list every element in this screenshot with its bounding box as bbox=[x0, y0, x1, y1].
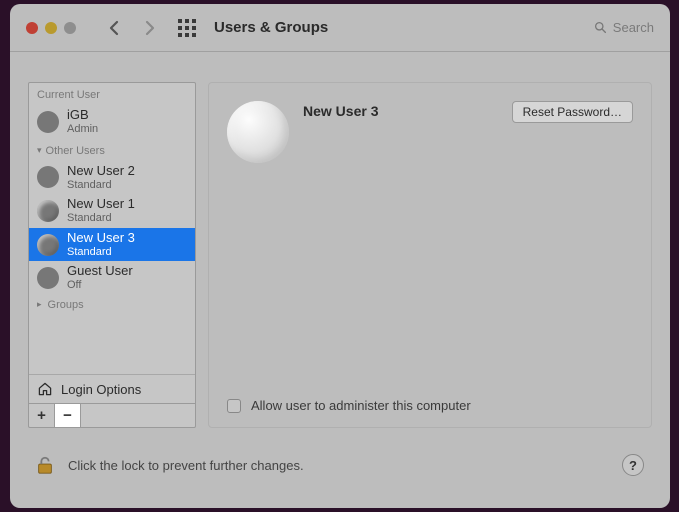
chevron-down-icon: ▾ bbox=[37, 145, 42, 156]
prefs-window: Users & Groups Search Current User iGB A… bbox=[10, 4, 670, 508]
user-header: New User 3 Reset Password… bbox=[227, 101, 633, 163]
lock-icon[interactable] bbox=[36, 455, 54, 475]
help-button[interactable]: ? bbox=[622, 454, 644, 476]
user-role: Off bbox=[67, 279, 133, 292]
content-area: Current User iGB Admin ▾ Other Users New… bbox=[10, 52, 670, 436]
remove-user-button[interactable]: − bbox=[55, 404, 81, 427]
user-role: Standard bbox=[67, 212, 135, 225]
login-options-row[interactable]: Login Options bbox=[29, 374, 195, 403]
avatar bbox=[37, 166, 59, 188]
user-name: New User 2 bbox=[67, 164, 135, 179]
users-sidebar: Current User iGB Admin ▾ Other Users New… bbox=[28, 82, 196, 428]
admin-checkbox[interactable] bbox=[227, 399, 241, 413]
chevron-right-icon: ▸ bbox=[37, 299, 42, 310]
sidebar-user-item[interactable]: Guest User Off bbox=[29, 261, 195, 295]
zoom-window-button[interactable] bbox=[64, 22, 76, 34]
avatar bbox=[37, 234, 59, 256]
admin-checkbox-row[interactable]: Allow user to administer this computer bbox=[227, 398, 471, 413]
sidebar-user-item[interactable]: New User 2 Standard bbox=[29, 161, 195, 195]
user-name: New User 1 bbox=[67, 197, 135, 212]
user-role: Standard bbox=[67, 179, 135, 192]
user-detail-panel: New User 3 Reset Password… Allow user to… bbox=[208, 82, 652, 428]
section-other-users[interactable]: ▾ Other Users bbox=[29, 139, 195, 161]
section-current-user: Current User bbox=[29, 83, 195, 105]
reset-password-button[interactable]: Reset Password… bbox=[512, 101, 633, 123]
minimize-window-button[interactable] bbox=[45, 22, 57, 34]
user-name: New User 3 bbox=[67, 231, 135, 246]
user-name: Guest User bbox=[67, 264, 133, 279]
traffic-lights bbox=[26, 22, 76, 34]
avatar bbox=[37, 267, 59, 289]
search-field[interactable]: Search bbox=[594, 20, 654, 35]
show-all-prefs-button[interactable] bbox=[178, 19, 196, 37]
avatar bbox=[37, 200, 59, 222]
forward-button[interactable] bbox=[142, 20, 158, 36]
lock-row: Click the lock to prevent further change… bbox=[10, 436, 670, 476]
section-groups[interactable]: ▸ Groups bbox=[29, 295, 195, 315]
user-role: Standard bbox=[67, 246, 135, 259]
home-icon bbox=[37, 381, 53, 397]
lock-text: Click the lock to prevent further change… bbox=[68, 458, 304, 473]
search-placeholder: Search bbox=[613, 20, 654, 35]
admin-checkbox-label: Allow user to administer this computer bbox=[251, 398, 471, 413]
avatar bbox=[37, 111, 59, 133]
titlebar: Users & Groups Search bbox=[10, 4, 670, 52]
sidebar-user-item[interactable]: New User 1 Standard bbox=[29, 194, 195, 228]
add-user-button[interactable]: + bbox=[29, 404, 55, 427]
window-title: Users & Groups bbox=[214, 19, 328, 36]
login-options-label: Login Options bbox=[61, 382, 141, 397]
search-icon bbox=[594, 21, 607, 34]
user-name: iGB bbox=[67, 108, 98, 123]
nav-buttons bbox=[106, 20, 158, 36]
user-avatar-large[interactable] bbox=[227, 101, 289, 163]
user-role: Admin bbox=[67, 123, 98, 136]
sidebar-user-item-selected[interactable]: New User 3 Standard bbox=[29, 228, 195, 262]
selected-user-name: New User 3 bbox=[303, 101, 512, 119]
add-remove-bar: + − bbox=[29, 403, 195, 427]
sidebar-user-current[interactable]: iGB Admin bbox=[29, 105, 195, 139]
back-button[interactable] bbox=[106, 20, 122, 36]
close-window-button[interactable] bbox=[26, 22, 38, 34]
